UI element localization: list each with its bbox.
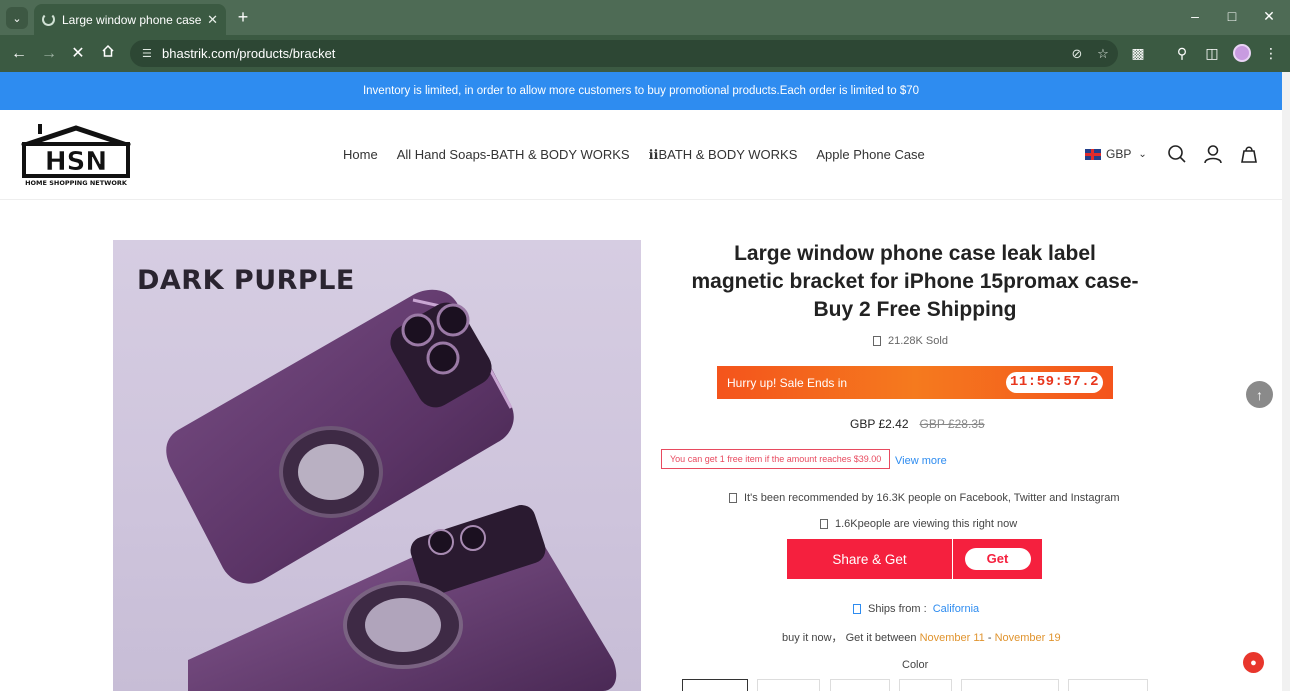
browser-tab-bar: ⌄ Large window phone case leak ✕ + – □ ✕	[0, 0, 1290, 35]
get-button-container: Get	[953, 539, 1042, 579]
avatar[interactable]	[1233, 44, 1251, 62]
home-icon[interactable]	[98, 44, 118, 64]
maximize-icon[interactable]: □	[1222, 8, 1242, 24]
delivery-separator: -	[987, 632, 992, 644]
get-button[interactable]: Get	[964, 548, 1031, 570]
chevron-down-icon[interactable]: ⌄	[6, 7, 28, 29]
nav-hand-soaps[interactable]: All Hand Soaps-BATH & BODY WORKS	[397, 147, 630, 163]
ships-from-location: California	[932, 603, 980, 615]
uk-flag-icon	[1085, 148, 1101, 160]
sale-text: Hurry up! Sale Ends in	[727, 375, 848, 390]
currency-label: GBP	[1106, 147, 1132, 161]
tune-icon[interactable]: ☰	[142, 47, 156, 60]
svg-text:HOME SHOPPING NETWORK: HOME SHOPPING NETWORK	[25, 179, 128, 187]
color-option[interactable]	[682, 679, 748, 691]
announcement-text: Inventory is limited, in order to allow …	[362, 85, 920, 97]
close-window-icon[interactable]: ✕	[1259, 8, 1279, 25]
search-icon[interactable]	[1167, 144, 1187, 164]
delivery-prefix: buy it now， Get it between	[782, 632, 917, 644]
color-option[interactable]	[961, 679, 1059, 691]
flask-icon[interactable]: ⚲	[1172, 45, 1192, 62]
viewing-text: 1.6Kpeople are viewing this right now	[835, 518, 1018, 530]
minimize-icon[interactable]: –	[1185, 8, 1205, 24]
announcement-bar: Inventory is limited, in order to allow …	[0, 72, 1282, 110]
view-more-link[interactable]: View more	[895, 455, 947, 467]
eye-off-icon[interactable]: ⊘	[1066, 46, 1088, 62]
puzzle-icon[interactable]: ▩	[1128, 45, 1148, 62]
viewing-line: 1.6Kpeople are viewing this right now	[820, 518, 1017, 530]
color-option[interactable]	[1068, 679, 1148, 691]
color-option[interactable]	[830, 679, 890, 691]
phone-case-illustration	[166, 289, 617, 691]
currency-selector[interactable]: GBP ⌄	[1085, 147, 1147, 161]
chat-icon[interactable]: ●	[1243, 652, 1264, 673]
product-image[interactable]: DARK PURPLE	[113, 240, 641, 691]
star-icon[interactable]: ☆	[1092, 46, 1114, 62]
url-text[interactable]: bhastrik.com/products/bracket	[162, 46, 1066, 61]
delivery-estimate: buy it now， Get it between November 11 -…	[782, 629, 1061, 645]
main-nav: Home All Hand Soaps-BATH & BODY WORKS ℹℹ…	[343, 147, 925, 163]
compare-price: GBP £28.35	[919, 417, 985, 431]
account-icon[interactable]	[1203, 144, 1223, 164]
page-scrollbar[interactable]	[1282, 72, 1290, 691]
thumbs-up-icon	[729, 493, 737, 503]
eye-icon	[820, 519, 828, 529]
ships-from-label: Ships from :	[868, 603, 927, 615]
ships-from: Ships from : California	[853, 603, 979, 615]
delivery-end: November 19	[994, 632, 1061, 644]
arrow-up-icon[interactable]: ↑	[1246, 381, 1273, 408]
arrow-right-icon[interactable]: →	[39, 44, 59, 64]
sale-countdown-bar: Hurry up! Sale Ends in 11:59:57.2	[717, 366, 1113, 399]
browser-toolbar: ← → ✕ ☰ bhastrik.com/products/bracket ⊘ …	[0, 35, 1290, 72]
spinner-icon	[42, 13, 55, 26]
sold-count: 21.28K Sold	[873, 335, 948, 347]
side-panel-icon[interactable]: ◫	[1202, 45, 1222, 62]
svg-text:HSN: HSN	[45, 147, 107, 177]
hsn-logo[interactable]: HSN HOME SHOPPING NETWORK	[20, 122, 136, 188]
recommendation-text: It's been recommended by 16.3K people on…	[744, 492, 1120, 504]
recommendation-line: It's been recommended by 16.3K people on…	[729, 492, 1120, 504]
nav-apple-phone-case[interactable]: Apple Phone Case	[816, 147, 924, 163]
plus-icon[interactable]: +	[233, 7, 253, 27]
price-row: GBP £2.42 GBP £28.35	[850, 417, 985, 431]
cart-icon[interactable]	[1239, 144, 1259, 164]
color-option[interactable]	[757, 679, 820, 691]
share-and-get-button[interactable]: Share & Get	[787, 539, 952, 579]
nav-bath-body-works[interactable]: ℹℹBATH & BODY WORKS	[649, 147, 798, 163]
kebab-menu-icon[interactable]: ⋮	[1261, 45, 1281, 62]
arrow-left-icon[interactable]: ←	[9, 44, 29, 64]
address-bar[interactable]: ☰ bhastrik.com/products/bracket ⊘ ☆	[130, 40, 1118, 67]
tab-title: Large window phone case leak	[62, 12, 202, 27]
countdown-timer: 11:59:57.2	[1006, 372, 1103, 393]
sale-price: GBP £2.42	[850, 417, 909, 431]
bag-icon	[873, 336, 881, 346]
color-label: Color	[902, 659, 929, 671]
site-header: HSN HOME SHOPPING NETWORK Home All Hand …	[0, 110, 1282, 200]
close-icon[interactable]: ✕	[207, 12, 218, 28]
stop-loading-icon[interactable]: ✕	[68, 44, 88, 64]
sold-text: 21.28K Sold	[888, 335, 948, 347]
delivery-start: November 11	[919, 632, 985, 644]
browser-tab[interactable]: Large window phone case leak ✕	[34, 4, 226, 35]
truck-icon	[853, 604, 861, 614]
color-option[interactable]	[899, 679, 952, 691]
free-item-tag: You can get 1 free item if the amount re…	[661, 449, 891, 469]
nav-home[interactable]: Home	[343, 147, 378, 163]
chevron-down-icon: ⌄	[1138, 148, 1147, 160]
product-title: Large window phone case leak label magne…	[691, 242, 1139, 321]
